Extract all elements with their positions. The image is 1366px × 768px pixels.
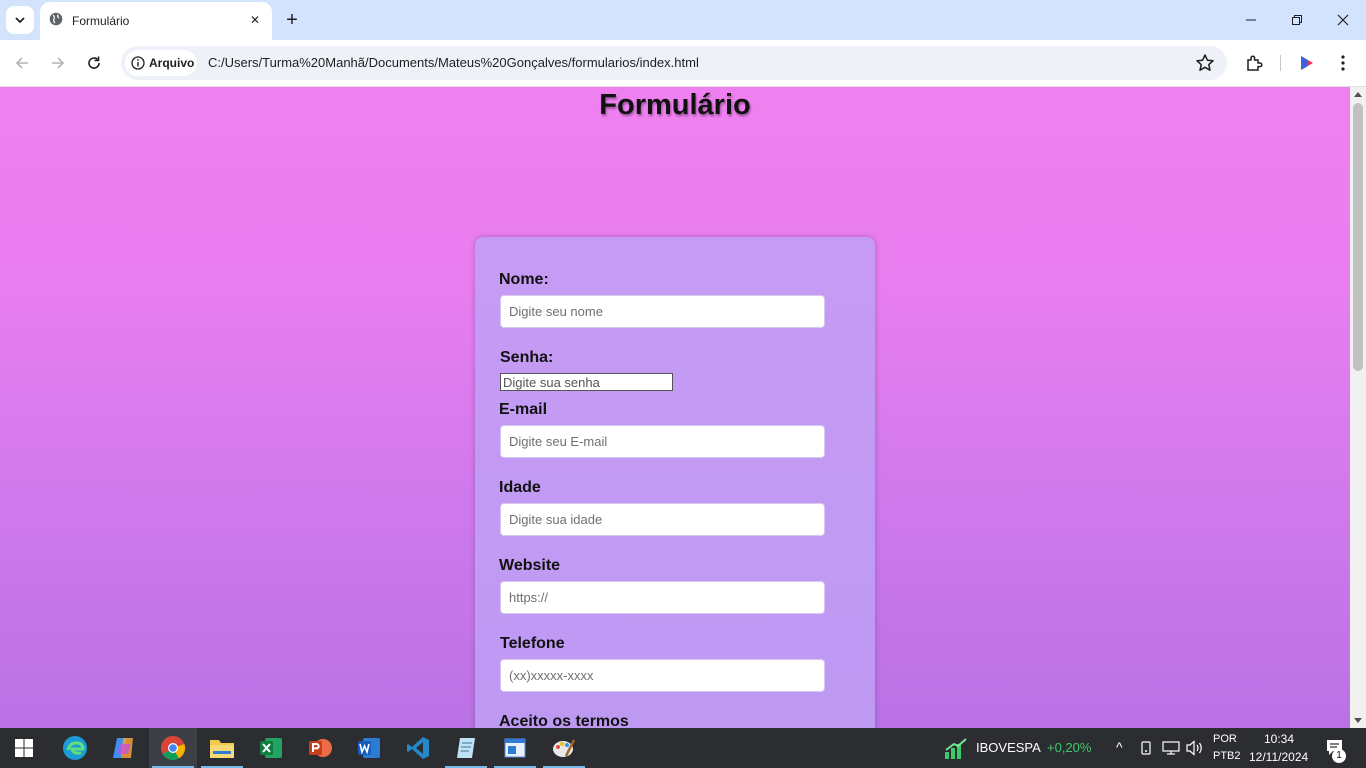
extensions-button[interactable] — [1242, 51, 1266, 75]
taskbar-paint[interactable] — [540, 728, 588, 768]
email-input[interactable] — [500, 425, 825, 458]
arrow-left-icon — [15, 57, 28, 69]
word-icon — [358, 738, 380, 758]
forward-button[interactable] — [44, 49, 72, 77]
taskbar-chrome[interactable] — [149, 728, 197, 768]
scroll-up-arrow-icon[interactable] — [1354, 92, 1362, 97]
stock-change: +0,20% — [1047, 740, 1092, 755]
bookmark-star-icon[interactable] — [1195, 53, 1215, 73]
restore-icon — [1292, 15, 1302, 25]
excel-icon — [260, 738, 282, 758]
form-card: Nome: Senha: E-mail Idade Website Telefo… — [475, 237, 875, 728]
stock-chart-icon — [945, 738, 967, 759]
telefone-label: Telefone — [500, 635, 565, 652]
notification-count: 1 — [1332, 749, 1346, 763]
reload-button[interactable] — [80, 49, 108, 77]
more-vert-icon — [1341, 55, 1345, 71]
volume-icon[interactable] — [1186, 740, 1204, 756]
email-label: E-mail — [499, 401, 548, 418]
toolbar-divider — [1280, 55, 1281, 71]
minimize-button[interactable] — [1228, 4, 1274, 36]
media-app-icon — [1301, 56, 1313, 70]
idade-label: Idade — [499, 479, 541, 496]
edge-icon — [63, 736, 87, 760]
termos-label: Aceito os termos — [499, 713, 629, 728]
powerpoint-icon — [309, 739, 332, 757]
chevron-down-icon — [15, 17, 25, 24]
windows-taskbar: IBOVESPA +0,20% ^ POR PTB2 10:34 12/11/2… — [0, 728, 1366, 768]
page-scrollbar[interactable] — [1350, 87, 1366, 728]
menu-button[interactable] — [1331, 51, 1355, 75]
chevron-up-icon[interactable]: ^ — [1116, 739, 1123, 755]
taskbar-app[interactable] — [491, 728, 539, 768]
file-explorer-icon — [210, 740, 234, 758]
idade-input[interactable] — [500, 503, 825, 536]
address-bar[interactable]: Arquivo C:/Users/Turma%20Manhã/Documents… — [121, 46, 1227, 80]
tab-strip: Formulário ✕ + — [0, 0, 1366, 40]
taskbar-notepad[interactable] — [442, 728, 490, 768]
language-bottom[interactable]: PTB2 — [1213, 750, 1241, 762]
tab-title: Formulário — [72, 14, 130, 28]
copilot-icon — [113, 738, 133, 758]
close-window-button[interactable] — [1320, 4, 1366, 36]
scrollbar-thumb[interactable] — [1353, 103, 1363, 371]
network-icon[interactable] — [1162, 741, 1180, 755]
taskbar-word[interactable] — [345, 728, 393, 768]
senha-input[interactable] — [500, 373, 673, 391]
page-title: Formulário — [599, 89, 751, 121]
globe-icon — [49, 12, 63, 26]
device-icon[interactable] — [1140, 741, 1154, 755]
senha-label: Senha: — [500, 349, 554, 366]
url-text[interactable]: C:/Users/Turma%20Manhã/Documents/Mateus%… — [208, 55, 699, 70]
reload-icon — [88, 56, 100, 69]
vscode-icon — [407, 737, 429, 759]
taskbar-copilot[interactable] — [100, 728, 148, 768]
tab-search-button[interactable] — [6, 6, 34, 34]
language-top[interactable]: POR — [1213, 733, 1237, 745]
stock-name[interactable]: IBOVESPA — [976, 740, 1041, 755]
app-icon — [504, 738, 526, 758]
arrow-right-icon — [52, 57, 65, 69]
puzzle-icon — [1247, 55, 1263, 71]
back-button[interactable] — [8, 49, 36, 77]
website-input[interactable] — [500, 581, 825, 614]
profile-button[interactable] — [1295, 51, 1319, 75]
taskbar-powerpoint[interactable] — [296, 728, 344, 768]
telefone-input[interactable] — [500, 659, 825, 692]
notepad-icon — [457, 738, 475, 758]
site-info-label: Arquivo — [149, 56, 195, 70]
start-icon — [15, 739, 33, 757]
close-tab-icon[interactable]: ✕ — [246, 11, 264, 29]
paint-icon — [553, 739, 576, 757]
info-icon — [131, 56, 145, 70]
chrome-icon — [161, 736, 186, 761]
close-icon — [1337, 14, 1349, 26]
browser-toolbar: Arquivo C:/Users/Turma%20Manhã/Documents… — [0, 40, 1366, 87]
site-info-chip[interactable]: Arquivo — [125, 50, 197, 76]
new-tab-button[interactable]: + — [280, 8, 304, 32]
scroll-down-arrow-icon[interactable] — [1354, 718, 1362, 723]
clock-date[interactable]: 12/11/2024 — [1249, 750, 1308, 764]
taskbar-vscode[interactable] — [394, 728, 442, 768]
nome-label: Nome: — [499, 271, 549, 288]
tab-formulario[interactable]: Formulário ✕ — [40, 2, 272, 40]
website-label: Website — [499, 557, 561, 574]
nome-input[interactable] — [500, 295, 825, 328]
page-viewport: Formulário Nome: Senha: E-mail Idade Web… — [0, 87, 1350, 728]
start-button[interactable] — [0, 728, 48, 768]
restore-button[interactable] — [1274, 4, 1320, 36]
taskbar-edge[interactable] — [51, 728, 99, 768]
taskbar-excel[interactable] — [247, 728, 295, 768]
clock-time[interactable]: 10:34 — [1264, 732, 1294, 746]
minimize-icon — [1246, 19, 1256, 21]
taskbar-file-explorer[interactable] — [198, 728, 246, 768]
